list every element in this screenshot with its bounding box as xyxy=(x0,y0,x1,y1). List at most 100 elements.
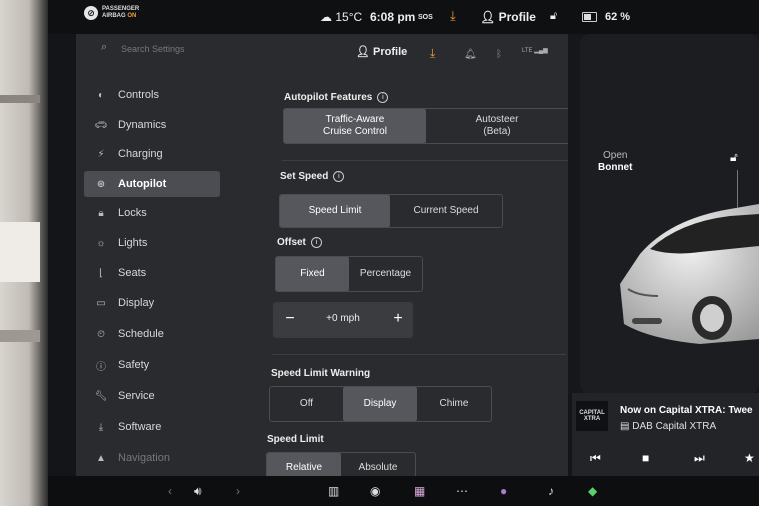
next-icon[interactable]: ⏭︎ xyxy=(694,451,705,466)
increase-button[interactable]: + xyxy=(387,308,409,330)
profile-button[interactable]: 👤︎ Profile xyxy=(356,45,407,58)
lte-label: LTE xyxy=(522,48,533,54)
sidebar-item-autopilot[interactable]: ⊛ Autopilot xyxy=(84,171,220,197)
offset-stepper: − +0 mph + xyxy=(273,302,413,338)
sidebar-item-label: Locks xyxy=(118,207,147,219)
bell-icon[interactable]: 🔔︎ xyxy=(464,49,477,60)
more-apps-icon[interactable]: ⋯ xyxy=(456,484,468,498)
unlock-icon[interactable]: 🔓︎ xyxy=(550,10,557,23)
calendar-app-icon[interactable]: ▦ xyxy=(414,484,425,498)
decrease-button[interactable]: − xyxy=(279,308,301,330)
offset-selector: Fixed Percentage xyxy=(275,256,423,292)
clock-icon: ⏲︎ xyxy=(97,328,105,340)
display-icon: ▭ xyxy=(96,297,106,309)
sidebar-item-seats[interactable]: ⌊ Seats xyxy=(84,260,220,286)
option-percentage[interactable]: Percentage xyxy=(349,257,422,291)
option-traffic-aware-cruise-control[interactable]: Traffic-Aware Cruise Control xyxy=(284,109,426,143)
option-autosteer[interactable]: Autosteer (Beta) xyxy=(426,109,568,143)
info-icon[interactable]: i xyxy=(333,171,345,182)
option-display[interactable]: Display xyxy=(343,387,417,421)
light-icon: ☼ xyxy=(96,237,106,249)
speed-limit-warning-selector: Off Display Chime xyxy=(269,386,492,422)
sidebar-item-label: Software xyxy=(118,421,162,433)
open-bonnet-button[interactable]: Open Bonnet xyxy=(598,150,632,174)
sidebar-item-software[interactable]: ⤓ Software xyxy=(84,414,220,440)
volume-icon[interactable]: 🔊︎ xyxy=(194,484,202,499)
sos-icon[interactable]: SOS xyxy=(418,14,433,21)
download-icon: ⤓ xyxy=(98,421,104,433)
steering-wheel-icon: ⊛ xyxy=(96,178,106,190)
station-logo: CAPITAL XTRA xyxy=(576,401,608,431)
volume-down-chevron-icon[interactable]: ‹ xyxy=(168,484,172,498)
media-source: ▤ DAB Capital XTRA xyxy=(620,421,716,432)
wrench-icon: 🔧︎ xyxy=(94,390,108,402)
weather-temperature[interactable]: ☁ 15°C xyxy=(320,10,362,24)
sidebar-item-locks[interactable]: 🔒︎ Locks xyxy=(84,200,220,226)
sidebar-item-charging[interactable]: ⚡︎ Charging xyxy=(84,141,220,167)
car-unlock-icon[interactable]: 🔓︎ xyxy=(730,150,738,165)
sidebar-item-safety[interactable]: ⓘ Safety xyxy=(84,352,220,378)
favorite-star-icon[interactable]: ★ xyxy=(744,451,755,465)
bolt-icon: ⚡︎ xyxy=(97,148,105,160)
download-icon[interactable]: ⤓ xyxy=(450,8,456,24)
autopilot-features-selector: Traffic-Aware Cruise Control Autosteer (… xyxy=(283,108,568,144)
sidebar-item-label: Dynamics xyxy=(118,119,167,131)
person-icon: 👤︎ xyxy=(356,46,370,58)
car-view xyxy=(580,34,759,394)
autopilot-features-title: Autopilot Features i xyxy=(284,92,389,103)
sidebar-item-schedule[interactable]: ⏲︎ Schedule xyxy=(84,321,220,347)
option-current-speed[interactable]: Current Speed xyxy=(390,195,502,227)
bluetooth-icon[interactable]: ᛒ xyxy=(496,49,502,60)
radio-icon: ▤ xyxy=(620,421,630,432)
notes-app-icon[interactable]: ▥ xyxy=(328,484,339,498)
stop-icon[interactable]: ■ xyxy=(642,451,649,465)
status-profile-label: Profile xyxy=(498,10,536,24)
option-speed-limit[interactable]: Speed Limit xyxy=(280,195,390,227)
sidebar-item-display[interactable]: ▭ Display xyxy=(84,290,220,316)
sidebar-item-lights[interactable]: ☼ Lights xyxy=(84,230,220,256)
sidebar-item-controls[interactable]: ◐ Controls xyxy=(84,82,220,108)
option-absolute[interactable]: Absolute xyxy=(341,453,415,476)
media-player: CAPITAL XTRA Now on Capital XTRA: Twee ▤… xyxy=(572,393,759,483)
camera-app-icon[interactable]: ◉ xyxy=(370,484,380,498)
option-off[interactable]: Off xyxy=(270,387,343,421)
temperature-text: 15°C xyxy=(335,10,363,24)
airbag-line1: PASSENGER xyxy=(102,6,140,12)
info-icon[interactable]: i xyxy=(310,237,322,248)
sidebar-item-label: Display xyxy=(118,297,155,309)
previous-icon[interactable]: ⏮︎ xyxy=(590,451,601,466)
download-icon[interactable]: ⤓ xyxy=(430,46,435,61)
screen-bezel xyxy=(0,0,48,506)
sidebar-item-label: Controls xyxy=(118,89,159,101)
sidebar-item-label: Seats xyxy=(118,267,147,279)
sidebar-item-label: Navigation xyxy=(118,452,170,464)
phone-app-icon[interactable]: ◆ xyxy=(588,484,597,498)
app-launcher-icon[interactable]: ● xyxy=(500,484,507,498)
option-fixed[interactable]: Fixed xyxy=(276,257,349,291)
lock-icon: 🔒︎ xyxy=(98,207,104,219)
search-icon: ⌕ xyxy=(101,41,108,53)
car-illustration[interactable] xyxy=(580,34,759,394)
profile-label: Profile xyxy=(373,46,408,58)
search-input[interactable] xyxy=(119,41,273,57)
sidebar-item-service[interactable]: 🔧︎ Service xyxy=(84,383,220,409)
option-relative[interactable]: Relative xyxy=(267,453,341,476)
now-playing-text: Now on Capital XTRA: Twee xyxy=(620,405,753,416)
volume-up-chevron-icon[interactable]: › xyxy=(236,484,240,498)
sidebar-item-navigation[interactable]: ▲ Navigation xyxy=(84,445,220,471)
background-stripe xyxy=(0,95,40,103)
bonnet-line2: Bonnet xyxy=(598,162,633,173)
callout-line xyxy=(737,170,738,208)
music-app-icon[interactable]: ♪ xyxy=(548,484,554,498)
settings-panel: ⌕ 👤︎ Profile ⤓ 🔔︎ ᛒ LTE ▂▄▆ ◐ Controls 🚗︎… xyxy=(76,34,568,476)
clock: 6:08 pm xyxy=(370,10,416,24)
info-icon[interactable]: i xyxy=(377,92,389,103)
sidebar-item-dynamics[interactable]: 🚗︎ Dynamics xyxy=(84,112,220,138)
battery-icon xyxy=(582,12,597,22)
option-chime[interactable]: Chime xyxy=(417,387,491,421)
set-speed-selector: Speed Limit Current Speed xyxy=(279,194,503,228)
sidebar-item-label: Charging xyxy=(118,148,163,160)
seat-icon: ⌊ xyxy=(99,267,103,279)
status-profile-button[interactable]: 👤︎ Profile xyxy=(480,10,536,24)
passenger-airbag-indicator: ⊘ PASSENGER AIRBAG ON xyxy=(84,6,139,20)
